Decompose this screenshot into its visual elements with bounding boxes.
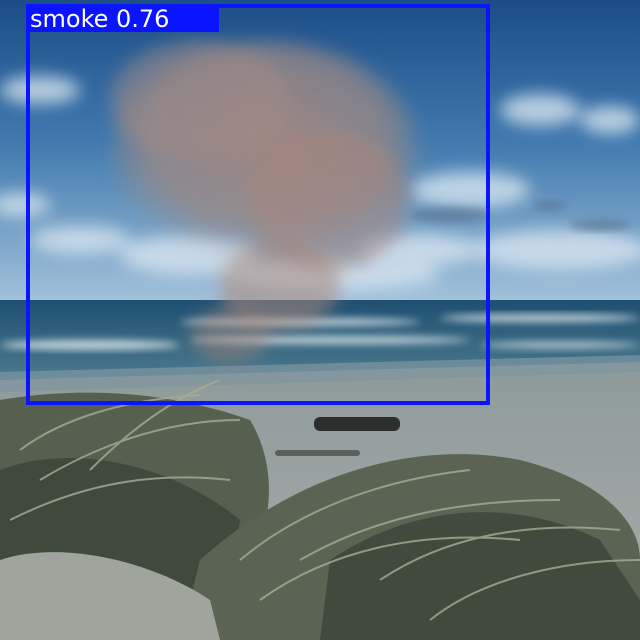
detection-confidence: 0.76 (116, 5, 170, 33)
detection-label: smoke 0.76 (26, 6, 173, 32)
detection-image: smoke 0.76 (0, 0, 640, 640)
driftwood-log (314, 417, 400, 431)
beach-photo (0, 0, 640, 640)
driftwood-small (275, 450, 360, 456)
detection-class: smoke (30, 5, 109, 33)
